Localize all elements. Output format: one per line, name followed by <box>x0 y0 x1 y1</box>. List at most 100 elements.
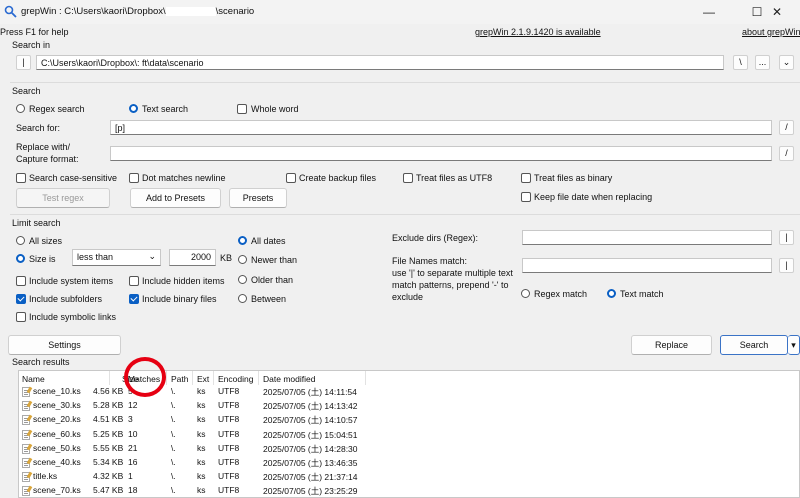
search-slash-button[interactable]: / <box>779 120 794 135</box>
create-backup-label: Create backup files <box>299 173 377 183</box>
replace-label-line1: Replace with/ <box>16 142 71 152</box>
cell-encoding: UTF8 <box>218 471 240 482</box>
divider <box>10 214 800 215</box>
treat-binary-checkbox[interactable] <box>521 173 531 183</box>
keep-date-checkbox[interactable] <box>521 192 531 202</box>
replace-slash-button[interactable]: / <box>779 146 794 161</box>
grepwin-app-icon <box>4 5 17 18</box>
case-sensitive-label: Search case-sensitive <box>29 173 118 183</box>
cell-encoding: UTF8 <box>218 442 240 453</box>
column-separator <box>192 371 193 385</box>
pipe-button[interactable]: | <box>16 55 31 70</box>
dot-newline-label: Dot matches newline <box>142 173 226 183</box>
text-search-radio[interactable] <box>129 104 138 113</box>
column-header-ext[interactable]: Ext <box>197 374 209 384</box>
all-dates-radio[interactable] <box>238 236 247 245</box>
exclude-dirs-pipe-button[interactable]: | <box>779 230 794 245</box>
cell-ext: ks <box>197 400 206 411</box>
search-path-field[interactable]: C:\Users\kaori\Dropbox\: ft\data\scenari… <box>36 55 724 70</box>
all-sizes-radio[interactable] <box>16 236 25 245</box>
table-row[interactable]: scene_70.ks 5.47 KB 18 \. ks UTF8 2025/07/05 (… <box>19 484 799 497</box>
cell-size: 5.34 KB <box>93 457 124 467</box>
text-match-radio[interactable] <box>607 289 616 298</box>
column-header-path[interactable]: Path <box>171 374 189 384</box>
table-row[interactable]: scene_50.ks 5.55 KB 21 \. ks UTF8 2025/07/05 (… <box>19 442 799 456</box>
system-items-checkbox[interactable] <box>16 276 26 286</box>
table-row[interactable]: scene_60.ks 5.25 KB 10 \. ks UTF8 2025/07/05 (… <box>19 428 799 442</box>
regex-search-radio[interactable] <box>16 104 25 113</box>
settings-button[interactable]: Settings <box>8 335 121 355</box>
title-suffix: \scenario <box>215 6 255 17</box>
backslash-button[interactable]: \ <box>733 55 748 70</box>
cell-date: 2025/07/05 (土) 15:04:51 <box>263 429 358 440</box>
treat-utf8-label: Treat files as UTF8 <box>416 173 493 183</box>
replace-label-line2: Capture format: <box>16 154 79 164</box>
cell-encoding: UTF8 <box>218 428 240 439</box>
create-backup-checkbox[interactable] <box>286 173 296 183</box>
minimize-button[interactable]: — <box>686 0 732 24</box>
symbolic-links-checkbox[interactable] <box>16 312 26 322</box>
hidden-items-checkbox[interactable] <box>129 276 139 286</box>
cell-size: 5.47 KB <box>93 485 124 496</box>
exclude-dirs-input[interactable] <box>522 230 772 245</box>
about-link[interactable]: about grepWin <box>742 27 800 37</box>
presets-button[interactable]: Presets <box>229 188 287 208</box>
cell-path: \. <box>171 442 176 453</box>
file-icon <box>22 387 30 397</box>
file-names-pipe-button[interactable]: | <box>779 258 794 273</box>
whole-word-checkbox[interactable] <box>237 104 247 114</box>
older-than-radio[interactable] <box>238 275 247 284</box>
search-in-label: Search in <box>12 40 51 50</box>
size-operator-select[interactable]: less than ⌄ <box>72 249 161 266</box>
update-link[interactable]: grepWin 2.1.9.1420 is available <box>475 27 601 37</box>
cell-date: 2025/07/05 (土) 14:10:57 <box>263 415 358 426</box>
column-header-date[interactable]: Date modified <box>263 374 315 384</box>
newer-than-label: Newer than <box>251 255 298 265</box>
cell-size: 5.28 KB <box>93 400 124 411</box>
between-radio[interactable] <box>238 294 247 303</box>
search-for-input[interactable]: [p] <box>110 120 772 135</box>
cell-date: 2025/07/05 (土) 14:13:42 <box>263 401 358 412</box>
table-row[interactable]: title.ks 4.32 KB 1 \. ks UTF8 2025/07/05 (土) 2… <box>19 470 799 484</box>
cell-size: 4.32 KB <box>93 471 124 482</box>
browse-button[interactable]: ... <box>755 55 770 70</box>
binary-files-checkbox[interactable] <box>129 294 139 304</box>
file-names-label-line1: File Names match: <box>392 256 468 266</box>
case-sensitive-checkbox[interactable] <box>16 173 26 183</box>
size-value-input[interactable]: 2000 <box>169 249 216 266</box>
file-icon <box>22 429 30 440</box>
cell-name: title.ks <box>33 471 58 482</box>
cell-date: 2025/07/05 (土) 14:11:54 <box>263 387 357 397</box>
table-row[interactable]: scene_20.ks 4.51 KB 3 \. ks UTF8 2025/07/05 (土… <box>19 413 799 427</box>
column-header-encoding[interactable]: Encoding <box>218 374 253 384</box>
annotation-circle <box>124 357 166 397</box>
replace-input[interactable] <box>110 146 772 161</box>
column-header-name[interactable]: Name <box>22 374 45 384</box>
replace-button[interactable]: Replace <box>631 335 712 355</box>
column-separator <box>166 371 167 385</box>
cell-matches: 21 <box>128 442 138 453</box>
cell-size: 5.25 KB <box>93 428 124 439</box>
table-row[interactable]: scene_40.ks 5.34 KB 16 \. ks UTF8 2025/07/05 (… <box>19 456 799 470</box>
column-separator <box>365 371 366 385</box>
cell-ext: ks <box>197 471 206 482</box>
search-dropdown-button[interactable]: ▾ <box>788 335 800 355</box>
path-history-button[interactable]: ⌄ <box>779 55 794 70</box>
subfolders-checkbox[interactable] <box>16 294 26 304</box>
add-to-presets-button[interactable]: Add to Presets <box>130 188 221 208</box>
cell-name: scene_20.ks <box>33 414 81 425</box>
test-regex-button[interactable]: Test regex <box>16 188 110 208</box>
table-row[interactable]: scene_30.ks 5.28 KB 12 \. ks UTF8 2025/07/05 (… <box>19 399 799 413</box>
dot-newline-checkbox[interactable] <box>129 173 139 183</box>
file-names-input[interactable] <box>522 258 772 273</box>
size-is-radio[interactable] <box>16 254 25 263</box>
close-button[interactable]: ✕ <box>754 0 800 24</box>
between-label: Between <box>251 294 287 304</box>
newer-than-radio[interactable] <box>238 255 247 264</box>
search-button[interactable]: Search <box>720 335 788 355</box>
treat-utf8-checkbox[interactable] <box>403 173 413 183</box>
keep-date-label: Keep file date when replacing <box>534 192 653 202</box>
regex-match-radio[interactable] <box>521 289 530 298</box>
treat-binary-label: Treat files as binary <box>534 173 613 183</box>
cell-path: \. <box>171 386 176 396</box>
